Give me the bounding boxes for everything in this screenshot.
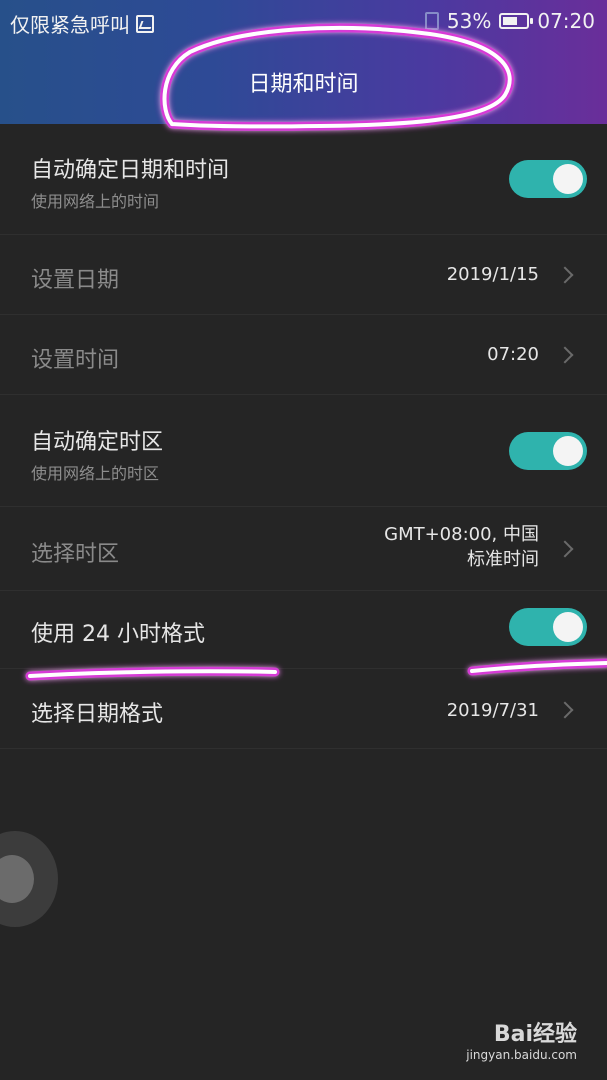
setting-sublabel: 使用网络上的时间 bbox=[31, 192, 160, 211]
carrier-text: 仅限紧急呼叫 bbox=[10, 13, 130, 37]
setting-label: 自动确定日期和时间 bbox=[31, 158, 230, 183]
setting-label: 自动确定时区 bbox=[31, 430, 164, 455]
setting-label: 选择时区 bbox=[31, 542, 120, 567]
chevron-right-icon bbox=[556, 346, 574, 364]
watermark: Bai经验 jingyan.baidu.com bbox=[466, 1016, 577, 1062]
watermark-brand: Bai经验 bbox=[493, 1022, 577, 1047]
status-bar: 仅限紧急呼叫 53% 07:20 bbox=[0, 0, 607, 44]
auto-datetime-toggle[interactable] bbox=[509, 160, 587, 198]
setting-auto-datetime[interactable]: 自动确定日期和时间 使用网络上的时间 bbox=[0, 124, 607, 235]
setting-24-hour[interactable]: 使用 24 小时格式 bbox=[0, 590, 607, 669]
setting-value: 07:20 bbox=[487, 344, 539, 365]
clock: 07:20 bbox=[537, 9, 595, 33]
setting-value: 2019/1/15 bbox=[446, 264, 539, 285]
gallery-icon bbox=[136, 14, 154, 33]
toggle-knob bbox=[553, 612, 583, 642]
auto-timezone-toggle[interactable] bbox=[509, 432, 587, 470]
setting-date-format[interactable]: 选择日期格式 2019/7/31 bbox=[0, 668, 607, 749]
setting-label: 设置时间 bbox=[31, 348, 120, 373]
setting-value: 2019/7/31 bbox=[446, 700, 539, 721]
setting-auto-timezone[interactable]: 自动确定时区 使用网络上的时区 bbox=[0, 394, 607, 507]
chevron-right-icon bbox=[556, 540, 574, 558]
watermark-url: jingyan.baidu.com bbox=[466, 1048, 577, 1062]
chevron-right-icon bbox=[556, 701, 574, 719]
setting-value: GMT+08:00, 中国 标准时间 bbox=[384, 522, 539, 572]
battery-icon bbox=[499, 13, 534, 29]
setting-label: 使用 24 小时格式 bbox=[31, 622, 205, 647]
setting-sublabel: 使用网络上的时区 bbox=[31, 464, 160, 483]
setting-label: 选择日期格式 bbox=[31, 702, 164, 727]
toggle-knob bbox=[553, 436, 583, 466]
setting-set-date[interactable]: 设置日期 2019/1/15 bbox=[0, 234, 607, 315]
chevron-right-icon bbox=[556, 266, 574, 284]
setting-label: 设置日期 bbox=[31, 268, 120, 293]
sim-icon bbox=[424, 12, 439, 30]
header-bar: 仅限紧急呼叫 53% 07:20 日期和时间 bbox=[0, 0, 607, 124]
battery-percent: 53% bbox=[446, 9, 492, 33]
toggle-knob bbox=[553, 164, 583, 194]
timezone-line2: 标准时间 bbox=[467, 549, 539, 570]
page-title: 日期和时间 bbox=[248, 72, 359, 97]
setting-select-timezone[interactable]: 选择时区 GMT+08:00, 中国 标准时间 bbox=[0, 506, 607, 591]
24-hour-toggle[interactable] bbox=[509, 608, 587, 646]
timezone-line1: GMT+08:00, 中国 bbox=[384, 524, 539, 545]
setting-set-time[interactable]: 设置时间 07:20 bbox=[0, 314, 607, 395]
